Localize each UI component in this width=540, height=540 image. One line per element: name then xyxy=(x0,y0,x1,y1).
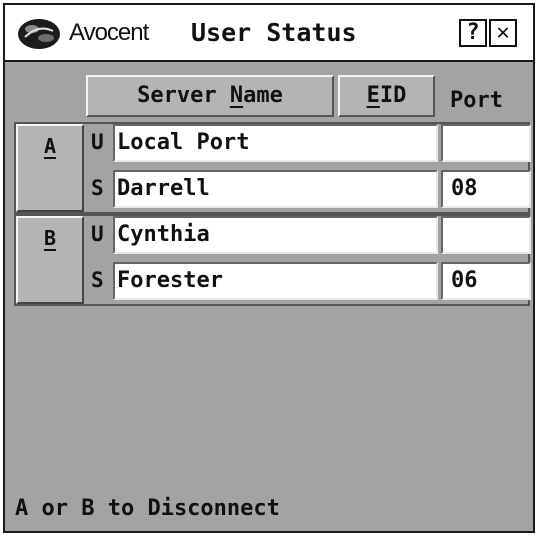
server-name-field: Darrell xyxy=(113,170,438,208)
server-name-rest: ame xyxy=(243,83,283,108)
server-name-field: Forester xyxy=(113,262,438,300)
user-tag: U xyxy=(91,222,104,246)
user-tag: U xyxy=(91,130,104,154)
close-button[interactable]: ✕ xyxy=(489,19,517,47)
server-name-prefix: Server xyxy=(137,83,230,108)
disconnect-b-label: B xyxy=(43,226,57,250)
disconnect-b-button[interactable]: B xyxy=(16,216,84,304)
server-name-column-header[interactable]: Server Name xyxy=(86,75,334,117)
server-tag: S xyxy=(91,268,104,292)
close-icon: ✕ xyxy=(496,20,510,45)
server-port-field: 06 xyxy=(441,262,531,300)
channel-group-a: A U Local Port S Darrell 08 xyxy=(14,122,531,214)
server-tag: S xyxy=(91,176,104,200)
user-port-field xyxy=(441,124,531,162)
disconnect-a-button[interactable]: A xyxy=(16,124,84,212)
server-port-field: 08 xyxy=(441,170,531,208)
user-status-window: Avocent User Status ? ✕ Server Name EID … xyxy=(3,3,535,533)
avocent-logo-icon xyxy=(18,19,60,49)
status-hint: A or B to Disconnect xyxy=(15,496,280,521)
eid-rest: ID xyxy=(379,83,407,108)
user-name-field: Cynthia xyxy=(113,216,438,254)
disconnect-a-label: A xyxy=(43,134,57,158)
brand-name: Avocent xyxy=(69,19,149,46)
user-port-field xyxy=(441,216,531,254)
window-title: User Status xyxy=(191,18,357,47)
user-name-field: Local Port xyxy=(113,124,438,162)
eid-column-header[interactable]: EID xyxy=(338,75,435,117)
port-column-header: Port xyxy=(450,88,503,113)
eid-accelerator: E xyxy=(366,83,380,108)
channel-group-b: B U Cynthia S Forester 06 xyxy=(14,214,531,306)
server-name-accelerator: N xyxy=(229,83,244,108)
title-bar: Avocent User Status ? ✕ xyxy=(5,5,533,62)
help-icon: ? xyxy=(466,20,480,45)
help-button[interactable]: ? xyxy=(459,19,487,47)
